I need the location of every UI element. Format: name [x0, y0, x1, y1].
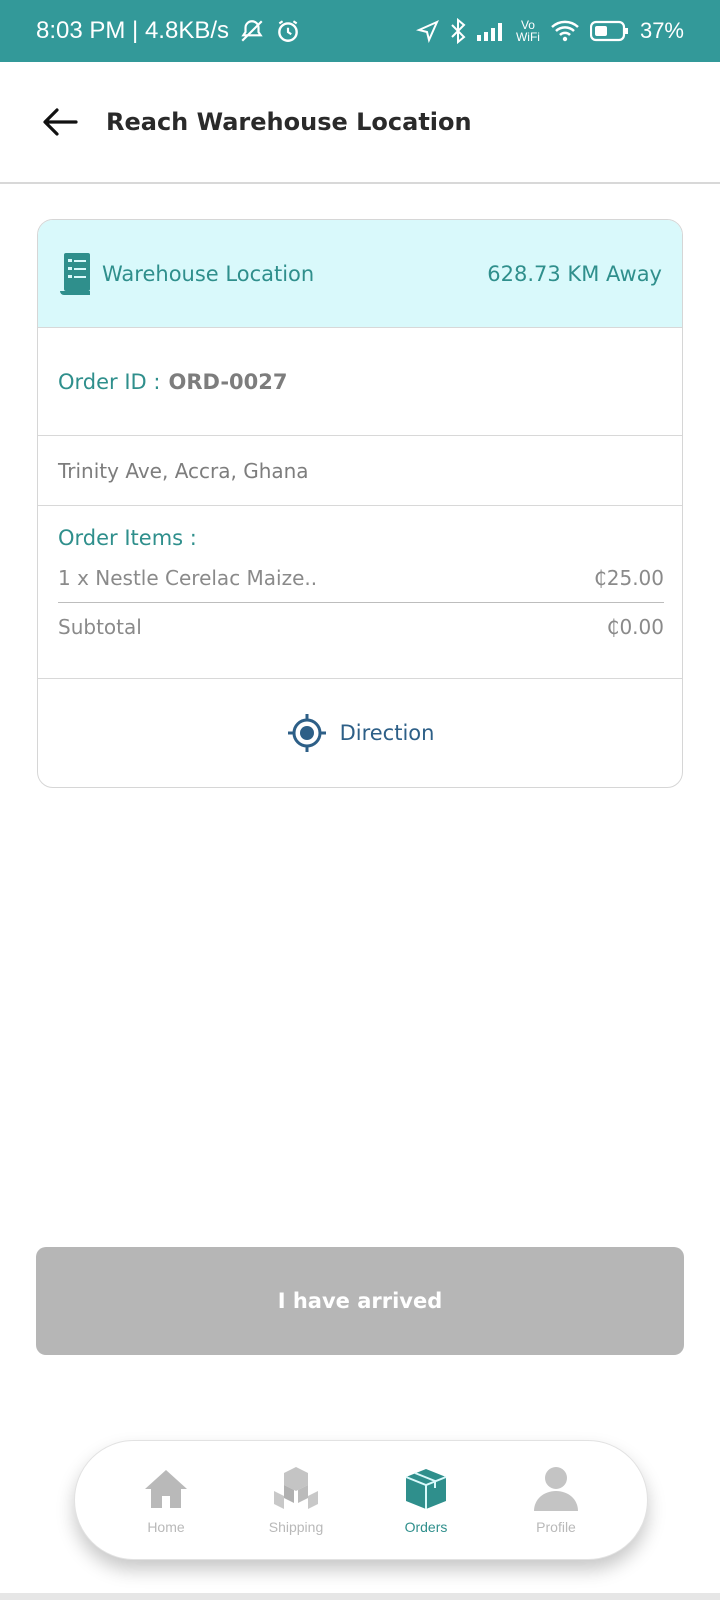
signal-icon — [476, 21, 506, 41]
back-button[interactable] — [40, 102, 80, 142]
home-icon — [142, 1465, 190, 1513]
nav-item-profile[interactable]: Profile — [501, 1465, 611, 1535]
status-right: Vo WiFi 37% — [415, 18, 684, 44]
warehouse-order-card: Warehouse Location 628.73 KM Away Order … — [37, 219, 683, 788]
alarm-icon — [275, 18, 301, 44]
user-icon — [532, 1465, 580, 1513]
mute-bell-icon — [239, 18, 265, 44]
nav-label-shipping: Shipping — [268, 1519, 324, 1535]
order-id-prefix: Order ID : — [58, 369, 161, 394]
nav-label-orders: Orders — [404, 1519, 448, 1535]
subtotal-row: Subtotal ₵0.00 — [58, 615, 664, 639]
status-bar: 8:03 PM | 4.8KB/s Vo WiFi 37% — [0, 0, 720, 62]
system-nav-strip — [0, 1593, 720, 1600]
box-icon — [402, 1465, 450, 1513]
app-header: Reach Warehouse Location — [0, 62, 720, 184]
distance-label: 628.73 KM Away — [487, 261, 662, 286]
nav-item-orders[interactable]: Orders — [371, 1465, 481, 1535]
receipt-icon — [58, 251, 98, 297]
order-id-value: ORD-0027 — [168, 369, 288, 394]
status-left: 8:03 PM | 4.8KB/s — [36, 17, 301, 45]
nav-item-home[interactable]: Home — [111, 1465, 221, 1535]
nav-label-profile: Profile — [536, 1519, 576, 1535]
direction-label: Direction — [339, 721, 435, 745]
order-id-row: Order ID : ORD-0027 — [38, 328, 682, 436]
battery-icon — [589, 20, 630, 42]
subtotal-label: Subtotal — [58, 615, 142, 639]
item-name: 1 x Nestle Cerelac Maize.. — [58, 566, 318, 590]
item-price: ₵25.00 — [594, 566, 664, 590]
order-items-section: Order Items : 1 x Nestle Cerelac Maize..… — [38, 506, 682, 679]
nav-item-shipping[interactable]: Shipping — [241, 1465, 351, 1535]
order-items-title: Order Items : — [58, 526, 197, 550]
vowifi-icon: Vo WiFi — [515, 18, 540, 44]
bluetooth-icon — [450, 18, 466, 44]
warehouse-address: Trinity Ave, Accra, Ghana — [58, 458, 309, 483]
subtotal-value: ₵0.00 — [606, 615, 664, 639]
location-arrow-icon — [415, 19, 440, 43]
page-title: Reach Warehouse Location — [106, 108, 472, 136]
list-item: 1 x Nestle Cerelac Maize.. ₵25.00 — [58, 566, 664, 603]
arrived-button[interactable]: I have arrived — [36, 1247, 684, 1355]
card-header: Warehouse Location 628.73 KM Away — [38, 220, 682, 328]
direction-button[interactable]: Direction — [38, 679, 682, 787]
bottom-nav: Home Shipping Orders Profile — [74, 1440, 648, 1560]
status-time: 8:03 PM | 4.8KB/s — [36, 17, 229, 44]
crosshair-icon — [287, 714, 326, 752]
wifi-icon — [550, 19, 580, 43]
warehouse-location-label: Warehouse Location — [102, 261, 315, 286]
nav-label-home: Home — [147, 1519, 185, 1535]
arrow-left-icon — [43, 108, 78, 136]
battery-percent: 37% — [639, 18, 684, 43]
boxes-icon — [272, 1465, 320, 1513]
address-row: Trinity Ave, Accra, Ghana — [38, 436, 682, 506]
